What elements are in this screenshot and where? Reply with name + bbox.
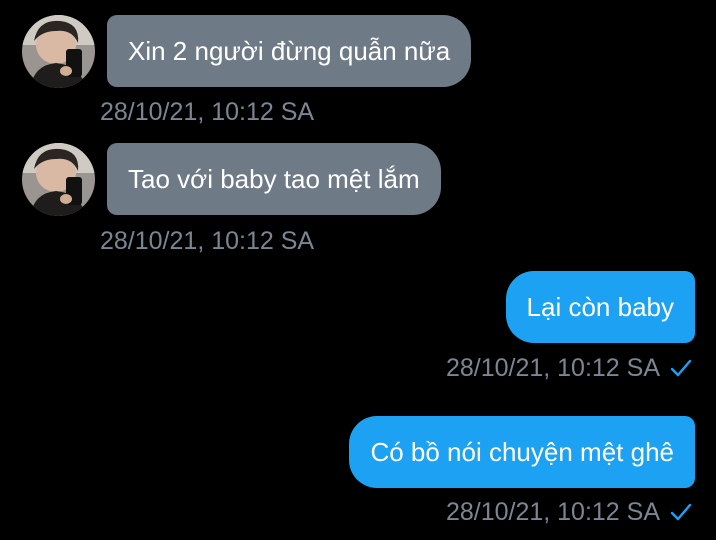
message-text: Có bồ nói chuyện mệt ghê (370, 437, 674, 467)
message-bubble[interactable]: Có bồ nói chuyện mệt ghê (349, 416, 695, 488)
message-meta: 28/10/21, 10:12 SA (446, 497, 692, 527)
message-meta: 28/10/21, 10:12 SA (446, 353, 692, 383)
message-text: Xin 2 người đừng quẫn nữa (128, 36, 451, 66)
user-avatar-icon (22, 15, 95, 88)
message-bubble[interactable]: Tao với baby tao mệt lắm (107, 143, 441, 215)
message-timestamp: 28/10/21, 10:12 SA (445, 498, 660, 526)
message-timestamp: 28/10/21, 10:12 SA (100, 227, 315, 255)
sender-avatar[interactable] (22, 15, 95, 88)
message-timestamp: 28/10/21, 10:12 SA (445, 354, 660, 382)
message-text: Lại còn baby (526, 292, 674, 322)
message-timestamp: 28/10/21, 10:12 SA (100, 98, 315, 126)
message-text: Tao với baby tao mệt lắm (128, 164, 420, 194)
user-avatar-icon (22, 143, 95, 216)
message-bubble[interactable]: Xin 2 người đừng quẫn nữa (107, 15, 472, 87)
check-icon (670, 359, 692, 377)
sender-avatar[interactable] (22, 143, 95, 216)
chat-thread: Xin 2 người đừng quẫn nữa 28/10/21, 10:1… (0, 0, 716, 540)
check-icon (670, 503, 692, 521)
message-bubble[interactable]: Lại còn baby (505, 271, 695, 343)
